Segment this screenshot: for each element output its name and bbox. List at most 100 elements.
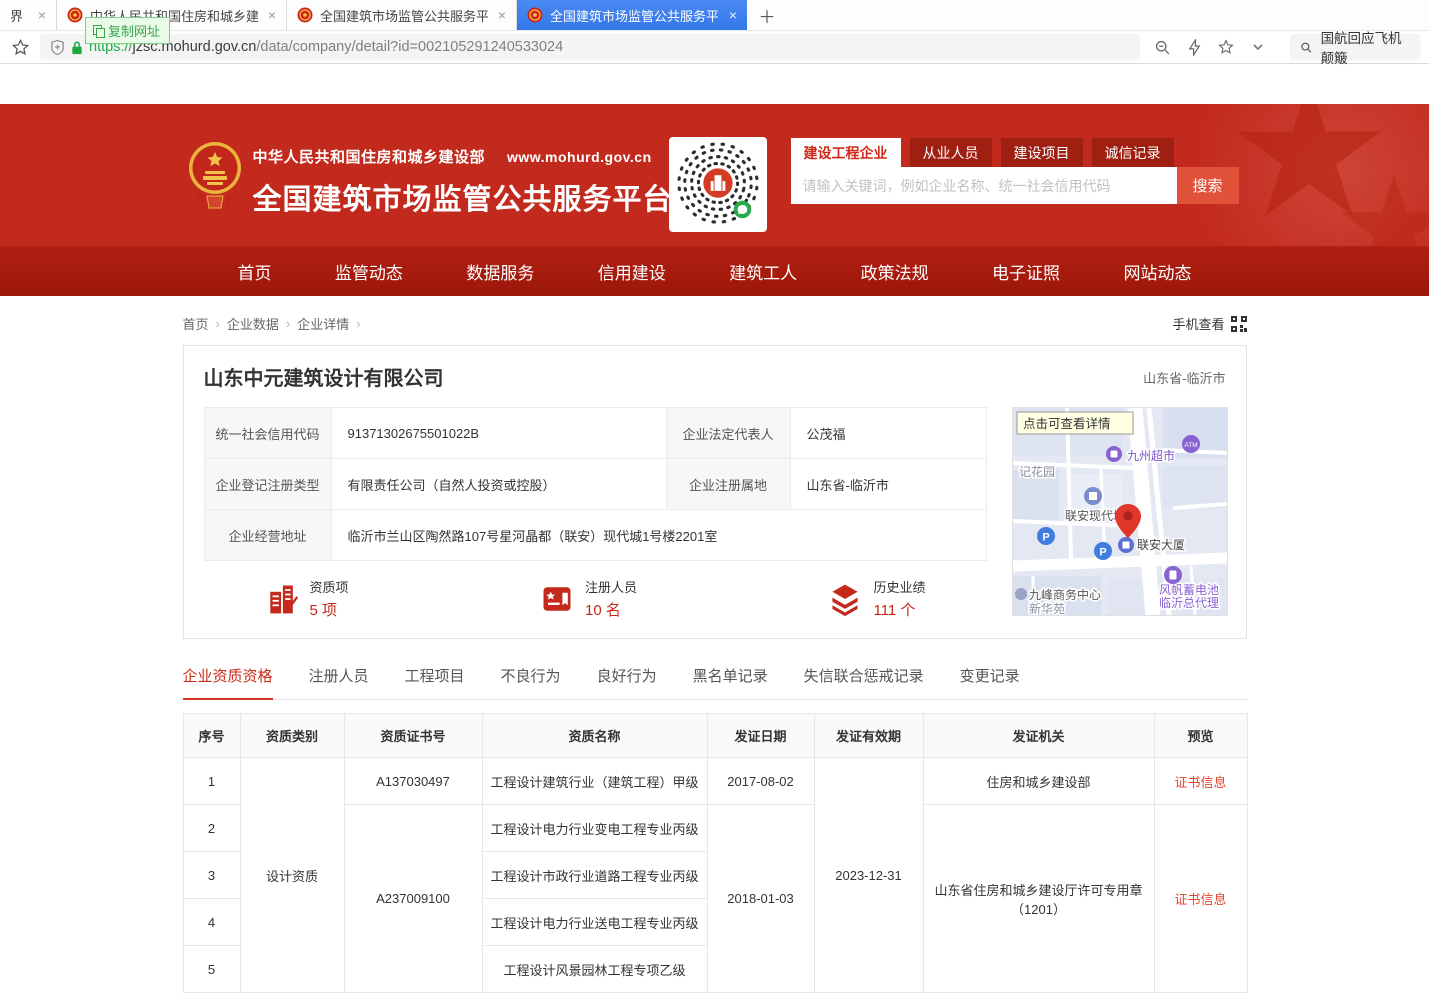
company-location-map[interactable]: 记花园 九州超市 联安现代城 联安大厦 九峰商务中心 风帆蓄电池 临沂总代理 新… (1012, 407, 1228, 616)
tab-title: 全国建筑市场监管公共服务平台 (320, 6, 488, 25)
close-icon[interactable]: × (268, 8, 276, 22)
browser-tab-3-active[interactable]: 全国建筑市场监管公共服务平台 × (517, 0, 747, 30)
cell-validity: 2023-12-31 (814, 758, 923, 993)
shield-plus-icon[interactable] (50, 39, 65, 56)
search-icon (1300, 40, 1313, 55)
lock-icon (71, 40, 83, 55)
tab-blacklist[interactable]: 黑名单记录 (693, 665, 768, 699)
national-emblem-logo (187, 140, 243, 212)
cell-no: 1 (183, 758, 240, 805)
tab-good-behavior[interactable]: 良好行为 (597, 665, 657, 699)
nav-data-service[interactable]: 数据服务 (466, 259, 534, 284)
stat-qualifications: 资质项 5 项 (264, 577, 349, 620)
layers-icon (827, 581, 863, 617)
nav-e-license[interactable]: 电子证照 (992, 259, 1060, 284)
url-bar[interactable]: https://jzsc.mohurd.gov.cn/data/company/… (40, 34, 1140, 60)
browser-tab-strip: 界 × 中华人民共和国住房和城乡建设 × 全国建筑市场监管公共服务平台 × 全国… (0, 0, 1429, 31)
stat-registered-personnel: 注册人员 10 名 (539, 577, 637, 620)
nav-home[interactable]: 首页 (238, 259, 272, 284)
info-label: 企业注册属地 (666, 459, 790, 510)
nav-site-news[interactable]: 网站动态 (1123, 259, 1191, 284)
cell-qualification-name: 工程设计市政行业道路工程专业丙级 (482, 852, 707, 899)
nav-workers[interactable]: 建筑工人 (729, 259, 797, 284)
certificate-info-link[interactable]: 证书信息 (1154, 805, 1247, 993)
table-header-row: 序号 资质类别 资质证书号 资质名称 发证日期 发证有效期 发证机关 预览 (183, 714, 1247, 758)
new-tab-button[interactable]: ＋ (747, 0, 787, 30)
breadcrumb-separator: › (216, 316, 220, 331)
certificate-info-link[interactable]: 证书信息 (1154, 758, 1247, 805)
detail-tabs: 企业资质资格 注册人员 工程项目 不良行为 良好行为 黑名单记录 失信联合惩戒记… (183, 665, 1247, 700)
info-label: 统一社会信用代码 (204, 408, 331, 459)
cell-qualification-name: 工程设计建筑行业（建筑工程）甲级 (482, 758, 707, 805)
close-icon[interactable]: × (38, 8, 46, 22)
stat-value: 111 个 (873, 599, 925, 620)
breadcrumb-company-detail[interactable]: 企业详情 (297, 314, 349, 333)
browser-tab-0[interactable]: 界 × (0, 0, 57, 30)
site-favicon-icon (67, 7, 83, 23)
col-header-name: 资质名称 (482, 714, 707, 758)
mobile-view-button[interactable]: 手机查看 (1172, 314, 1246, 333)
copy-url-tooltip: 复制网址 (85, 17, 170, 44)
map-label-business-center: 九峰商务中心 (1029, 587, 1101, 602)
header-search-module: 建设工程企业 从业人员 建设项目 诚信记录 搜索 (791, 138, 1239, 204)
search-tab-project[interactable]: 建设项目 (1001, 138, 1083, 167)
chevron-down-icon[interactable] (1246, 35, 1270, 59)
browser-window: 界 × 中华人民共和国住房和城乡建设 × 全国建筑市场监管公共服务平台 × 全国… (0, 0, 1429, 996)
cell-issue-date: 2017-08-02 (707, 758, 814, 805)
stat-label: 资质项 (310, 577, 349, 596)
nav-supervision[interactable]: 监管动态 (335, 259, 403, 284)
company-region: 山东省-临沂市 (1143, 362, 1225, 387)
close-icon[interactable]: × (498, 8, 506, 22)
map-label-garden: 记花园 (1019, 464, 1055, 479)
keyword-search-input[interactable] (791, 167, 1177, 204)
site-brand: 中华人民共和国住房和城乡建设部 www.mohurd.gov.cn 全国建筑市场… (253, 146, 673, 218)
map-tooltip: 点击可查看详情 (1017, 412, 1133, 434)
svg-text:点击可查看详情: 点击可查看详情 (1023, 416, 1111, 431)
page-top-gap (0, 64, 1429, 104)
company-stats: 资质项 5 项 (204, 577, 986, 620)
tab-dishonesty-records[interactable]: 失信联合惩戒记录 (804, 665, 924, 699)
breadcrumb-separator: › (286, 316, 290, 331)
favorite-star-icon[interactable] (1214, 35, 1238, 59)
browser-tab-2[interactable]: 全国建筑市场监管公共服务平台 × (287, 0, 517, 30)
nav-credit[interactable]: 信用建设 (598, 259, 666, 284)
bookmark-star-icon[interactable] (8, 35, 32, 59)
zoom-out-icon[interactable] (1150, 35, 1174, 59)
breadcrumb-home[interactable]: 首页 (183, 314, 209, 333)
registered-region-value: 山东省-临沂市 (790, 459, 986, 510)
webpage: 中华人民共和国住房和城乡建设部 www.mohurd.gov.cn 全国建筑市场… (0, 64, 1429, 993)
cell-issue-date: 2018-01-03 (707, 805, 814, 993)
cell-category: 设计资质 (240, 758, 344, 993)
col-header-authority: 发证机关 (923, 714, 1154, 758)
search-category-tabs: 建设工程企业 从业人员 建设项目 诚信记录 (791, 138, 1239, 167)
svg-text:P: P (1099, 547, 1106, 559)
map-label-building: 联安大厦 (1137, 537, 1185, 552)
stat-value: 5 项 (310, 599, 349, 620)
col-header-validity: 发证有效期 (814, 714, 923, 758)
credit-code-value: 91371302675501022B (331, 408, 666, 459)
stat-label: 注册人员 (585, 577, 637, 596)
cell-no: 2 (183, 805, 240, 852)
toolbar-icons (1150, 35, 1270, 59)
tab-qualifications[interactable]: 企业资质资格 (183, 665, 273, 699)
lightning-icon[interactable] (1182, 35, 1206, 59)
search-tab-personnel[interactable]: 从业人员 (910, 138, 992, 167)
search-tab-credit[interactable]: 诚信记录 (1092, 138, 1174, 167)
table-row: 企业经营地址 临沂市兰山区陶然路107号星河晶都（联安）现代城1号楼2201室 (204, 510, 986, 561)
hot-search-text: 国航回应飞机颠簸 (1321, 27, 1411, 67)
cell-authority: 住房和城乡建设部 (923, 758, 1154, 805)
nav-policy[interactable]: 政策法规 (861, 259, 929, 284)
building-icon (264, 581, 300, 617)
tab-registered-personnel[interactable]: 注册人员 (309, 665, 369, 699)
search-button[interactable]: 搜索 (1177, 167, 1239, 204)
map-label-xinhuayuan: 新华苑 (1029, 601, 1065, 615)
breadcrumb-company-data[interactable]: 企业数据 (227, 314, 279, 333)
tab-bad-behavior[interactable]: 不良行为 (501, 665, 561, 699)
table-row: 企业登记注册类型 有限责任公司（自然人投资或控股） 企业注册属地 山东省-临沂市 (204, 459, 986, 510)
close-icon[interactable]: × (729, 8, 737, 22)
breadcrumb: 首页 › 企业数据 › 企业详情 › 手机查看 (183, 314, 1247, 333)
tab-projects[interactable]: 工程项目 (405, 665, 465, 699)
hot-search-box[interactable]: 国航回应飞机颠簸 (1290, 34, 1421, 60)
tab-change-records[interactable]: 变更记录 (960, 665, 1020, 699)
search-tab-enterprise[interactable]: 建设工程企业 (791, 138, 901, 167)
